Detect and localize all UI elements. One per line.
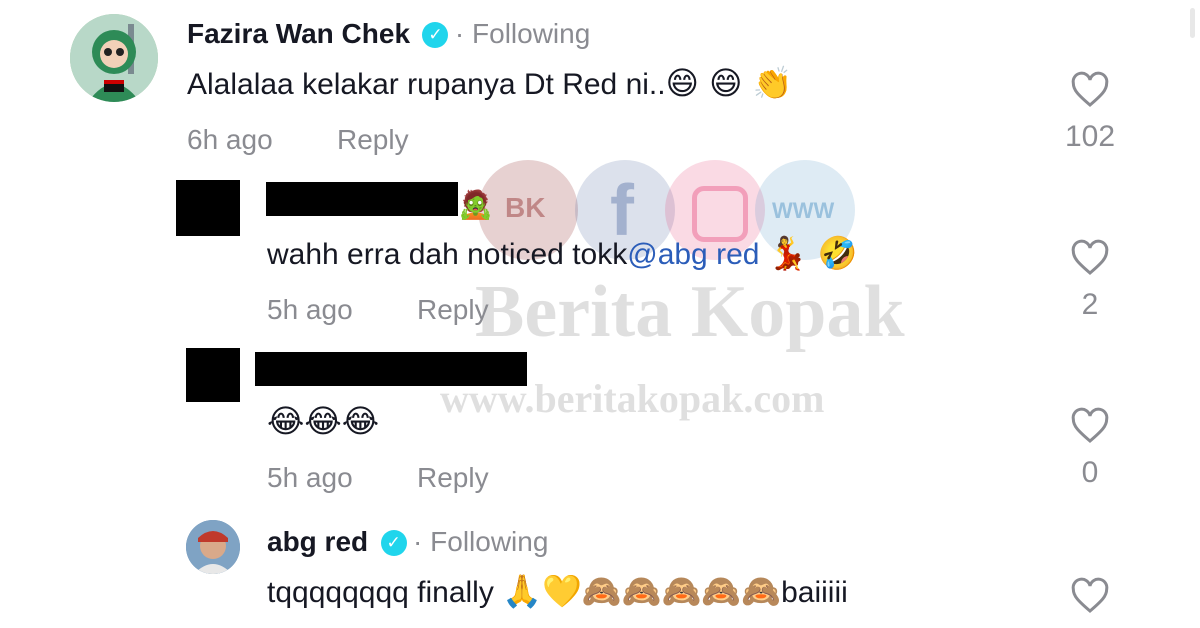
mention-link[interactable]: @abg red: [627, 238, 759, 271]
reply-item: 🧟 wahh erra dah noticed tokk@abg red 💃 🤣…: [0, 170, 1200, 340]
comment-time: 5h ago: [267, 294, 353, 325]
reply-button[interactable]: Reply: [417, 294, 489, 326]
following-label[interactable]: · Following: [413, 526, 548, 557]
comment-body: tqqqqqqqq finally: [267, 576, 503, 609]
avatar[interactable]: [186, 348, 240, 402]
comment-header: abg red ✓ · Following: [267, 526, 548, 558]
reply-button[interactable]: Reply: [417, 462, 489, 494]
author-name[interactable]: Fazira Wan Chek: [187, 18, 410, 49]
comment-emojis: 💃 🤣: [767, 234, 858, 272]
like-count: 102: [1064, 120, 1116, 153]
comment-text: wahh erra dah noticed tokk@abg red 💃 🤣: [267, 234, 858, 272]
comment-body: wahh erra dah noticed tokk: [267, 238, 628, 271]
scrollbar[interactable]: [1190, 8, 1195, 38]
comment-text: tqqqqqqqq finally 🙏💛🙈🙈🙈🙈🙈baiiiii: [267, 572, 848, 610]
verified-check-icon: ✓: [422, 22, 449, 48]
reply-item: abg red ✓ · Following tqqqqqqqq finally …: [0, 510, 1200, 628]
verified-check-icon: ✓: [380, 530, 407, 556]
redacted-author-name: [255, 352, 527, 386]
heart-icon[interactable]: [1070, 70, 1110, 110]
avatar[interactable]: [176, 180, 240, 236]
comment-time: 5h ago: [267, 462, 353, 493]
like-count: 0: [1081, 456, 1099, 489]
reply-button[interactable]: Reply: [337, 124, 409, 156]
avatar[interactable]: [70, 14, 158, 102]
heart-icon[interactable]: [1070, 576, 1110, 616]
comment-text: Alalalaa kelakar rupanya Dt Red ni..😄 😄 …: [187, 64, 793, 102]
author-name[interactable]: abg red: [267, 526, 368, 557]
comment-emojis: 😄 😄 👏: [665, 64, 793, 102]
comment-emojis: 🙏💛🙈🙈🙈🙈🙈: [502, 572, 782, 610]
redacted-author-name: [266, 182, 458, 216]
comment-emojis: 😂😂😂: [267, 402, 380, 440]
comment-body: Alalalaa kelakar rupanya Dt Red ni..: [187, 68, 666, 101]
comment-time: 6h ago: [187, 124, 273, 155]
heart-icon[interactable]: [1070, 406, 1110, 446]
comment-header: Fazira Wan Chek ✓ · Following: [187, 18, 590, 50]
author-emoji: 🧟: [458, 188, 493, 221]
like-count: 2: [1081, 288, 1099, 321]
avatar[interactable]: [186, 520, 240, 574]
comment-item: Fazira Wan Chek ✓ · Following Alalalaa k…: [0, 0, 1200, 170]
reply-item: 😂😂😂 5h ago Reply 0: [0, 340, 1200, 510]
following-label[interactable]: · Following: [455, 18, 590, 49]
comment-body-end: baiiiii: [781, 576, 848, 609]
heart-icon[interactable]: [1070, 238, 1110, 278]
